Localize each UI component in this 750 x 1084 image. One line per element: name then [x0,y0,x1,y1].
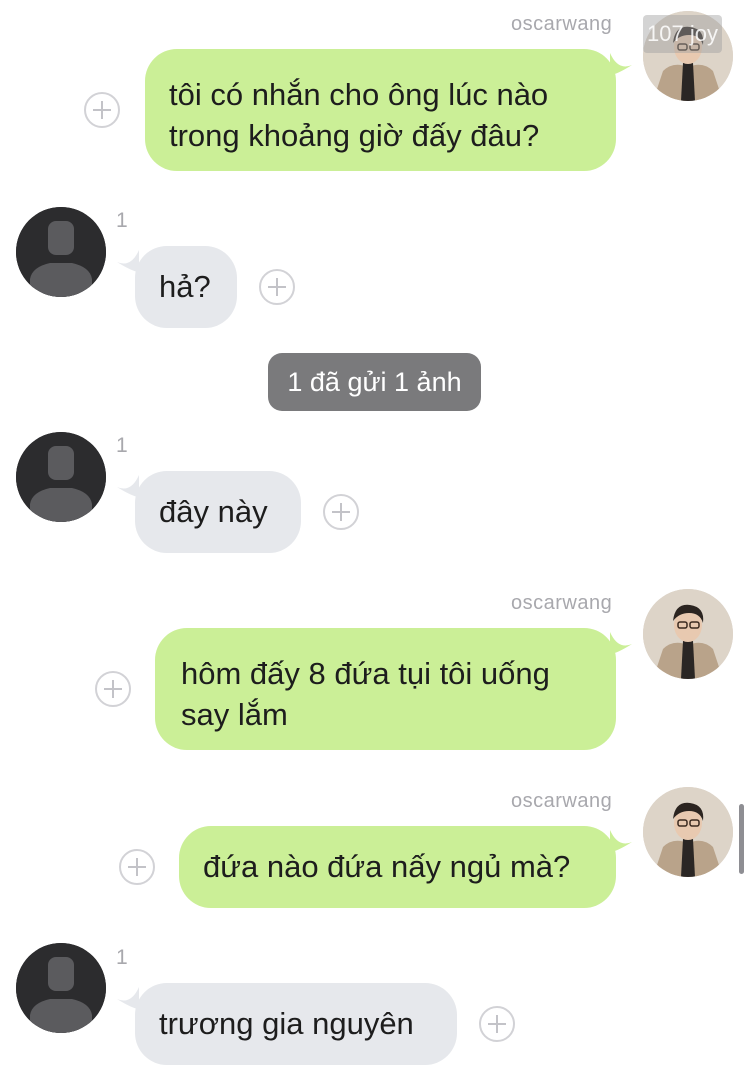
user-avatar[interactable] [643,589,733,679]
profile-photo-icon [643,787,733,877]
default-person-icon [16,943,106,1033]
default-person-icon [16,207,106,297]
add-reaction-icon[interactable] [259,269,295,305]
sender-name: oscarwang [511,790,613,812]
profile-photo-icon [643,589,733,679]
contact-avatar[interactable] [16,943,106,1033]
message-bubble-incoming[interactable]: trương gia nguyên [117,983,457,1065]
bubble-tail-icon [610,53,632,75]
read-count: 1 [116,946,128,969]
message-bubble-outgoing[interactable]: đứa nào đứa nấy ngủ mà? [179,826,632,908]
add-reaction-icon[interactable] [323,494,359,530]
add-reaction-icon[interactable] [119,849,155,885]
bubble-tail-icon [117,250,139,272]
contact-avatar[interactable] [16,432,106,522]
bubble-tail-icon [117,475,139,497]
add-reaction-icon[interactable] [84,92,120,128]
default-person-icon [16,432,106,522]
sender-name: oscarwang [511,592,613,614]
add-reaction-icon[interactable] [479,1006,515,1042]
bubble-tail-icon [610,830,632,852]
message-line: trương gia nguyên [159,1006,414,1041]
message-line: trong khoảng giờ đấy đâu? [169,118,540,153]
message-line: tôi có nhắn cho ông lúc nào [169,77,549,112]
message-line: say lắm [181,697,288,732]
watermark-label: 107 joy [643,15,722,53]
message-line: hôm đấy 8 đứa tụi tôi uống [181,656,550,691]
message-line: đây này [159,494,268,529]
add-reaction-icon[interactable] [95,671,131,707]
system-notice: 1 đã gửi 1 ảnh [268,353,481,411]
user-avatar[interactable] [643,787,733,877]
message-line: đứa nào đứa nấy ngủ mà? [203,849,571,884]
message-bubble-incoming[interactable]: hả? [117,246,237,328]
read-count: 1 [116,434,128,457]
message-bubble-outgoing[interactable]: hôm đấy 8 đứa tụi tôi uống say lắm [155,628,632,750]
scrollbar-thumb[interactable] [739,804,744,874]
read-count: 1 [116,209,128,232]
bubble-tail-icon [117,987,139,1009]
message-bubble-outgoing[interactable]: tôi có nhắn cho ông lúc nào trong khoảng… [145,49,632,171]
sender-name: oscarwang [511,13,613,35]
contact-avatar[interactable] [16,207,106,297]
bubble-tail-icon [610,632,632,654]
message-bubble-incoming[interactable]: đây này [117,471,301,553]
message-line: hả? [159,269,211,304]
